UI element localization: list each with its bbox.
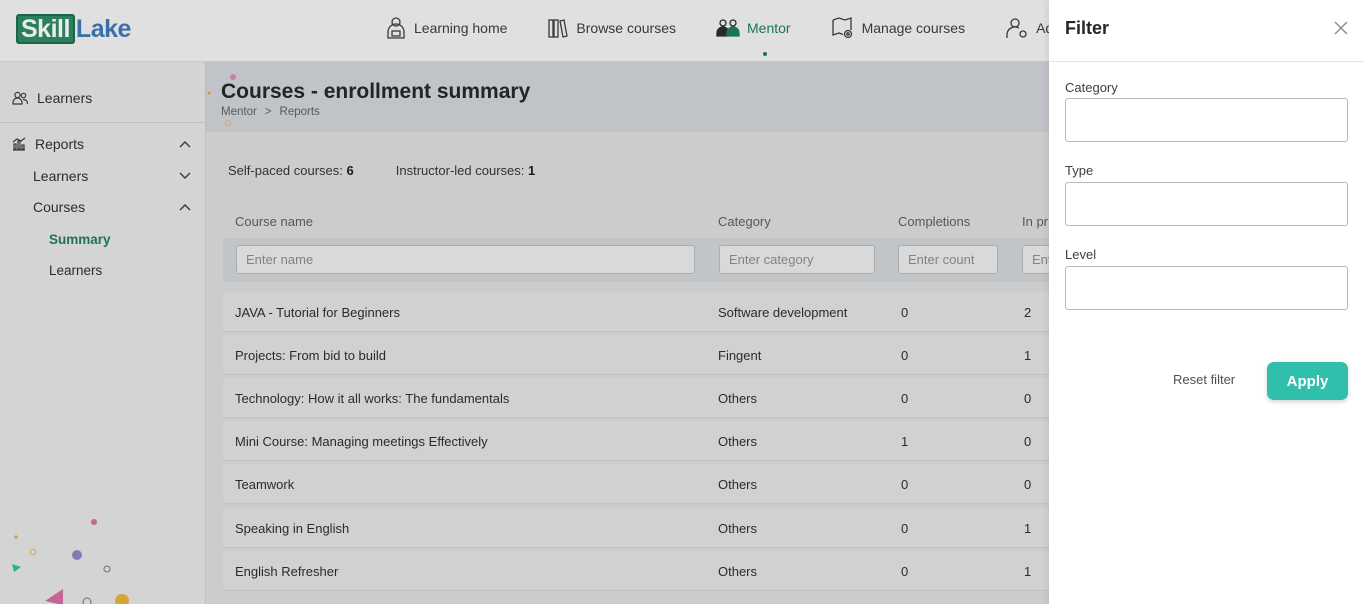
category-label: Category — [1065, 80, 1118, 95]
level-field[interactable] — [1065, 266, 1348, 310]
reset-filter-button[interactable]: Reset filter — [1173, 372, 1235, 387]
type-field[interactable] — [1065, 182, 1348, 226]
apply-button[interactable]: Apply — [1267, 362, 1348, 400]
filter-panel-title: Filter — [1065, 18, 1110, 38]
panel-divider — [1049, 61, 1364, 62]
close-icon[interactable] — [1333, 20, 1349, 36]
level-label: Level — [1065, 247, 1097, 262]
filter-panel: Filter Category Type Level Reset filter … — [1049, 0, 1364, 604]
type-label: Type — [1065, 163, 1094, 178]
category-field[interactable] — [1065, 98, 1348, 142]
